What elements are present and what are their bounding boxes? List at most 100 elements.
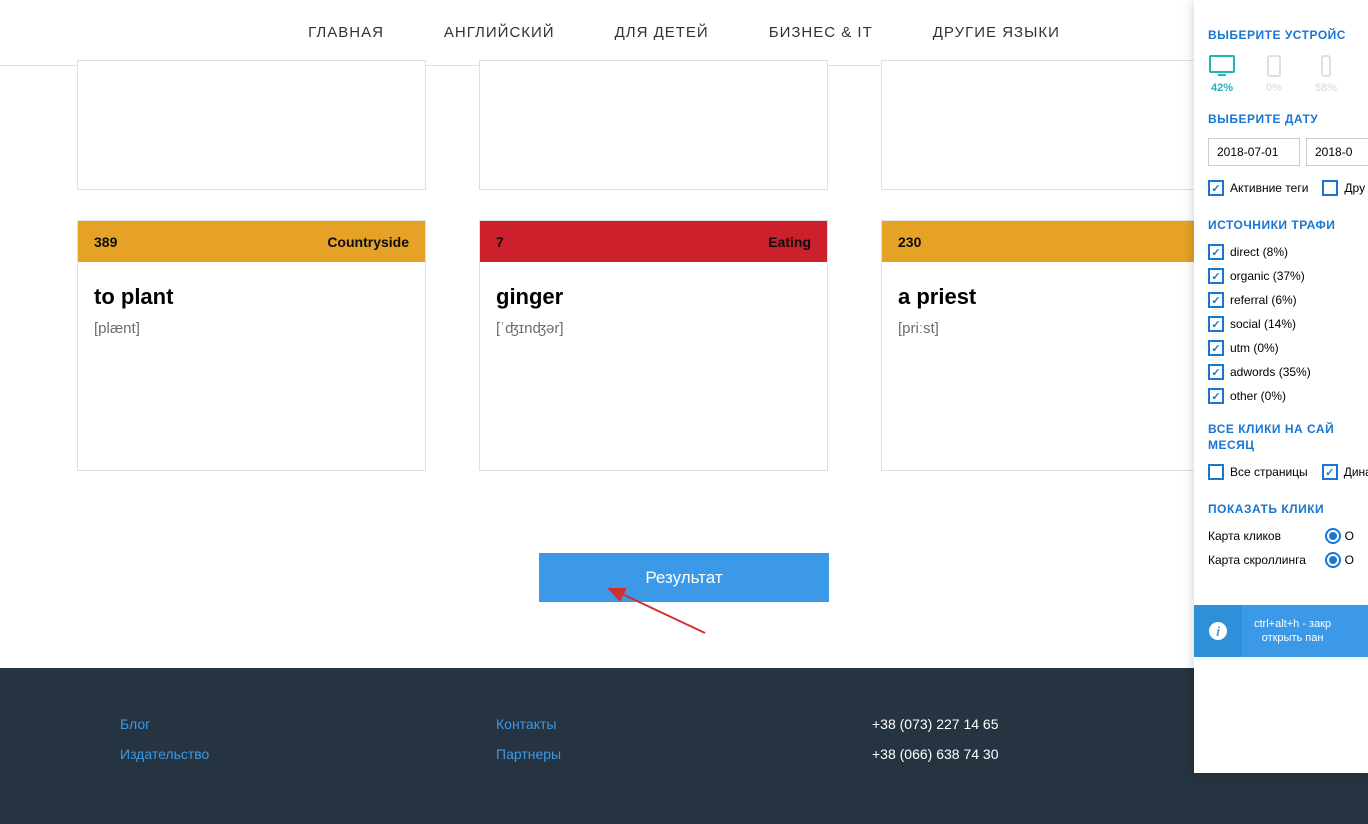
footer-link-contacts[interactable]: Контакты bbox=[496, 716, 872, 732]
footer-link-blog[interactable]: Блог bbox=[120, 716, 496, 732]
analytics-sidebar: ВЫБЕРИТЕ УСТРОЙС 42% 0% 58% ВЫБЕРИТЕ ДАТ… bbox=[1194, 0, 1368, 773]
card-word: ginger bbox=[496, 284, 811, 310]
card-ipa: [priːst] bbox=[898, 320, 1213, 337]
checkbox-icon bbox=[1322, 180, 1338, 196]
card-placeholder bbox=[881, 60, 1230, 190]
radio-label: Карта кликов bbox=[1208, 529, 1281, 543]
checkbox-icon bbox=[1208, 316, 1224, 332]
top-nav: ГЛАВНАЯ АНГЛИЙСКИЙ ДЛЯ ДЕТЕЙ БИЗНЕС & IT… bbox=[0, 0, 1368, 66]
footer: Блог Издательство Контакты Партнеры +38 … bbox=[0, 668, 1368, 824]
info-text: ctrl+alt+h - закр открыть пан bbox=[1242, 617, 1343, 646]
click-map-row[interactable]: Карта кликов O bbox=[1208, 528, 1354, 544]
card-word: a priest bbox=[898, 284, 1213, 310]
dynamic-check[interactable]: Динам bbox=[1322, 464, 1368, 480]
clicks-sub: МЕСЯЦ bbox=[1208, 438, 1354, 452]
radio-icon bbox=[1325, 528, 1341, 544]
checkbox-icon bbox=[1208, 364, 1224, 380]
card-body: to plant [plænt] bbox=[78, 262, 425, 359]
traffic-utm[interactable]: utm (0%) bbox=[1208, 340, 1354, 356]
nav-languages[interactable]: ДРУГИЕ ЯЗЫКИ bbox=[933, 24, 1060, 41]
info-icon: i bbox=[1194, 605, 1242, 657]
device-pct: 58% bbox=[1315, 82, 1337, 94]
card-header: 7 Eating bbox=[480, 221, 827, 262]
footer-link-publish[interactable]: Издательство bbox=[120, 746, 496, 762]
card-header: 389 Countryside bbox=[78, 221, 425, 262]
device-pct: 0% bbox=[1266, 82, 1282, 94]
check-label: Дру bbox=[1344, 181, 1365, 195]
date-range bbox=[1208, 138, 1354, 166]
footer-link-partners[interactable]: Партнеры bbox=[496, 746, 872, 762]
check-label: Все страницы bbox=[1230, 465, 1308, 479]
card-placeholder bbox=[77, 60, 426, 190]
nav-business[interactable]: БИЗНЕС & IT bbox=[769, 24, 873, 41]
footer-col: Блог Издательство bbox=[120, 716, 496, 776]
phone-1: +38 (073) 227 14 65 bbox=[872, 716, 1248, 732]
card-placeholder bbox=[479, 60, 828, 190]
traffic-referral[interactable]: referral (6%) bbox=[1208, 292, 1354, 308]
card-category: Eating bbox=[768, 234, 811, 250]
traffic-sources: direct (8%) organic (37%) referral (6%) … bbox=[1208, 244, 1354, 404]
vocab-card[interactable]: 389 Countryside to plant [plænt] bbox=[77, 220, 426, 471]
checkbox-icon bbox=[1208, 340, 1224, 356]
card-word: to plant bbox=[94, 284, 409, 310]
radio-label: Карта скроллинга bbox=[1208, 553, 1306, 567]
checkbox-icon bbox=[1208, 244, 1224, 260]
date-to-input[interactable] bbox=[1306, 138, 1368, 166]
check-label: social (14%) bbox=[1230, 317, 1296, 331]
card-number: 7 bbox=[496, 234, 504, 250]
check-label: adwords (35%) bbox=[1230, 365, 1311, 379]
card-number: 230 bbox=[898, 234, 921, 250]
check-label: utm (0%) bbox=[1230, 341, 1279, 355]
nav-home[interactable]: ГЛАВНАЯ bbox=[308, 24, 384, 41]
check-label: Динам bbox=[1344, 465, 1368, 479]
checkbox-icon bbox=[1208, 292, 1224, 308]
show-clicks-title: ПОКАЗАТЬ КЛИКИ bbox=[1208, 502, 1354, 516]
active-tags-check[interactable]: Активние теги bbox=[1208, 180, 1308, 196]
device-pct: 42% bbox=[1211, 82, 1233, 94]
card-body: a priest [priːst] bbox=[882, 262, 1229, 359]
traffic-adwords[interactable]: adwords (35%) bbox=[1208, 364, 1354, 380]
radio-opt: O bbox=[1345, 529, 1354, 543]
tablet-icon bbox=[1260, 54, 1288, 78]
checkbox-icon bbox=[1208, 180, 1224, 196]
desktop-icon bbox=[1208, 54, 1236, 78]
check-label: direct (8%) bbox=[1230, 245, 1288, 259]
vocab-card[interactable]: 230 a priest [priːst] bbox=[881, 220, 1230, 471]
traffic-organic[interactable]: organic (37%) bbox=[1208, 268, 1354, 284]
traffic-title: ИСТОЧНИКИ ТРАФИ bbox=[1208, 218, 1354, 232]
check-label: referral (6%) bbox=[1230, 293, 1297, 307]
svg-text:i: i bbox=[1216, 624, 1220, 639]
date-from-input[interactable] bbox=[1208, 138, 1300, 166]
device-title: ВЫБЕРИТЕ УСТРОЙС bbox=[1208, 28, 1354, 42]
card-header: 230 bbox=[882, 221, 1229, 262]
mobile-icon bbox=[1312, 54, 1340, 78]
card-body: ginger [ˈʤɪnʤər] bbox=[480, 262, 827, 359]
radio-opt: O bbox=[1345, 553, 1354, 567]
checkbox-icon bbox=[1208, 268, 1224, 284]
traffic-direct[interactable]: direct (8%) bbox=[1208, 244, 1354, 260]
checkbox-icon bbox=[1208, 464, 1224, 480]
card-number: 389 bbox=[94, 234, 117, 250]
vocab-card[interactable]: 7 Eating ginger [ˈʤɪnʤər] bbox=[479, 220, 828, 471]
check-label: other (0%) bbox=[1230, 389, 1286, 403]
checkbox-icon bbox=[1208, 388, 1224, 404]
nav-kids[interactable]: ДЛЯ ДЕТЕЙ bbox=[615, 24, 709, 41]
device-desktop[interactable]: 42% bbox=[1208, 54, 1236, 94]
all-pages-check[interactable]: Все страницы bbox=[1208, 464, 1308, 480]
annotation-arrow bbox=[605, 588, 715, 638]
traffic-social[interactable]: social (14%) bbox=[1208, 316, 1354, 332]
traffic-other[interactable]: other (0%) bbox=[1208, 388, 1354, 404]
footer-col: Контакты Партнеры bbox=[496, 716, 872, 776]
main-content: 389 Countryside to plant [plænt] 7 Eatin… bbox=[0, 60, 1368, 602]
card-ipa: [ˈʤɪnʤər] bbox=[496, 320, 811, 337]
nav-english[interactable]: АНГЛИЙСКИЙ bbox=[444, 24, 555, 41]
check-label: organic (37%) bbox=[1230, 269, 1305, 283]
card-ipa: [plænt] bbox=[94, 320, 409, 337]
device-mobile[interactable]: 58% bbox=[1312, 54, 1340, 94]
radio-icon bbox=[1325, 552, 1341, 568]
check-label: Активние теги bbox=[1230, 181, 1308, 195]
other-tags-check[interactable]: Дру bbox=[1322, 180, 1365, 196]
date-title: ВЫБЕРИТЕ ДАТУ bbox=[1208, 112, 1354, 126]
scroll-map-row[interactable]: Карта скроллинга O bbox=[1208, 552, 1354, 568]
device-tablet[interactable]: 0% bbox=[1260, 54, 1288, 94]
